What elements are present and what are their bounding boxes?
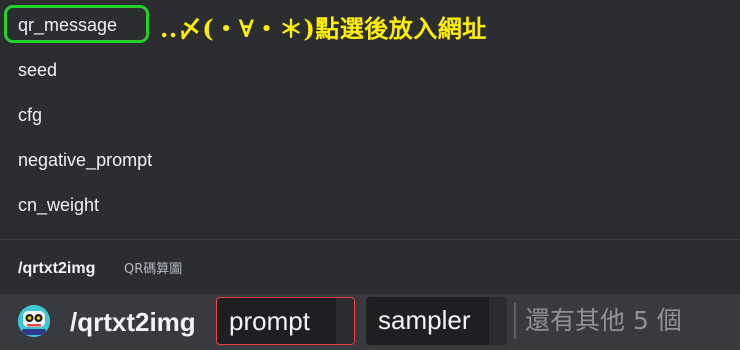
option-chip-sampler[interactable]: sampler [366, 297, 507, 345]
chip-value-slot[interactable] [489, 297, 507, 345]
command-description: QR碼算圖 [124, 262, 183, 277]
more-options-text[interactable]: 還有其他 5 個 [525, 304, 682, 338]
message-composer[interactable]: /qrtxt2img prompt sampler 還有其他 5 個 [0, 294, 740, 350]
option-seed[interactable]: seed [18, 59, 57, 81]
option-list: qr_message seed cfg negative_prompt cn_w… [0, 0, 740, 238]
annotation-text: ..〆(・∀・＊)點選後放入網址 [160, 14, 487, 43]
option-cfg[interactable]: cfg [18, 104, 42, 126]
bot-avatar-icon [18, 305, 50, 337]
composer-command: /qrtxt2img [70, 307, 196, 337]
text-caret [514, 303, 516, 339]
option-negative-prompt[interactable]: negative_prompt [18, 149, 152, 171]
option-qr-message[interactable]: qr_message [18, 14, 117, 36]
slash-command-popup: qr_message seed cfg negative_prompt cn_w… [0, 0, 740, 350]
command-header: /qrtxt2img QR碼算圖 [0, 240, 740, 294]
option-chip-prompt[interactable]: prompt [216, 297, 355, 345]
chip-label: sampler [378, 305, 471, 335]
command-name: /qrtxt2img [18, 260, 96, 277]
option-cn-weight[interactable]: cn_weight [18, 194, 99, 216]
chip-label: prompt [229, 306, 310, 336]
chip-value-slot[interactable] [336, 298, 354, 344]
